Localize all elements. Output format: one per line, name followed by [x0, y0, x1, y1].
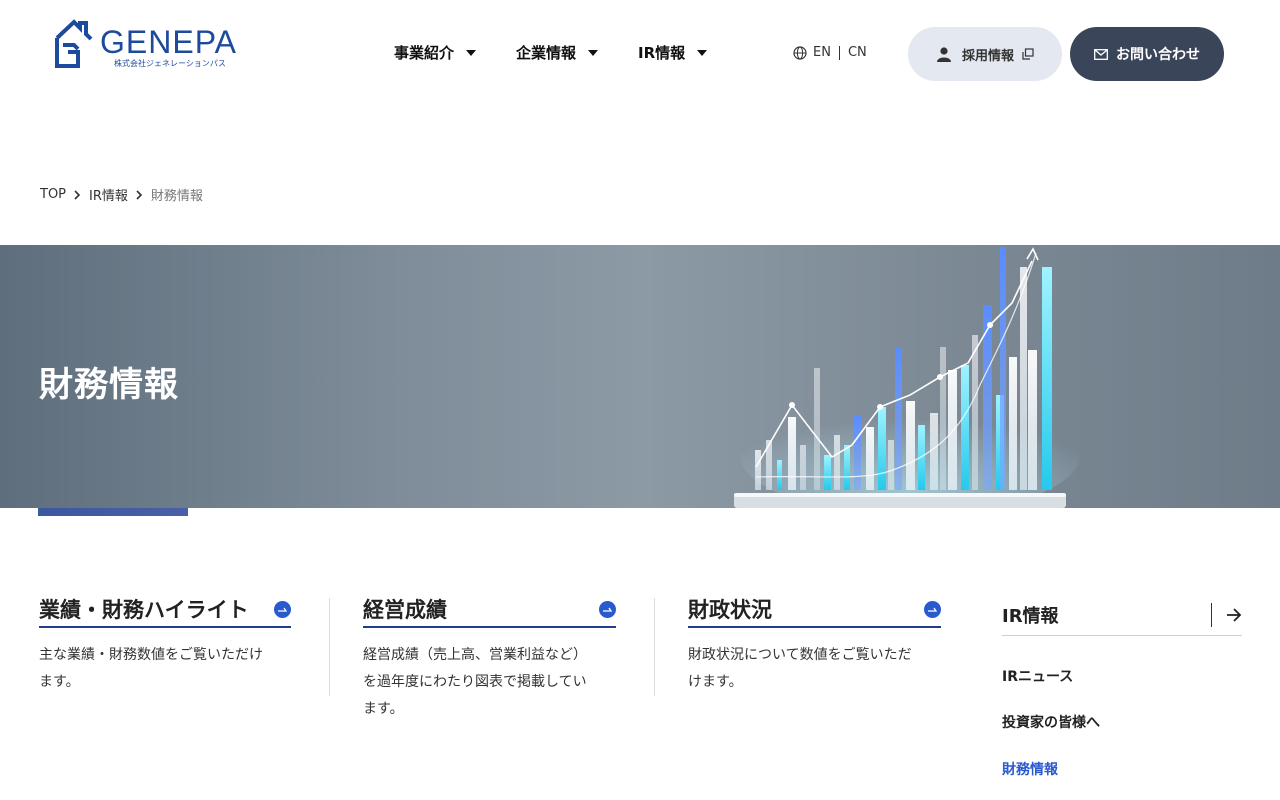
card-divider — [329, 598, 330, 696]
card-desc-line: ます。 — [363, 701, 404, 717]
nav-item-ir[interactable]: IR情報 — [638, 42, 708, 63]
chevron-right-icon — [74, 189, 81, 200]
card-desc-line: ます。 — [39, 674, 80, 690]
recruit-button-label: 採用情報 — [961, 48, 1014, 64]
card-title-row: 経営成績 — [363, 596, 616, 628]
sidebar-arrow — [1211, 602, 1242, 627]
caret-down-icon — [697, 49, 708, 56]
breadcrumb-ir-link[interactable]: IR情報 — [89, 185, 128, 204]
nav-item-label: IR情報 — [638, 44, 686, 62]
card-title: 財政状況 — [688, 598, 772, 622]
sidebar-item-investors[interactable]: 投資家の皆様へ — [1002, 712, 1100, 732]
logo-house-icon — [55, 19, 93, 68]
logo-subtitle: 株式会社ジェネレーションパス — [114, 59, 226, 68]
sidebar-item-financial[interactable]: 財務情報 — [1002, 759, 1058, 779]
person-icon — [936, 47, 951, 62]
nav-item-business[interactable]: 事業紹介 — [394, 42, 477, 63]
sidebar-divider — [1211, 602, 1212, 627]
page-title: 財務情報 — [39, 365, 179, 405]
breadcrumb-top-link[interactable]: TOP — [40, 187, 66, 202]
sidebar-title: IR情報 — [1002, 605, 1059, 627]
card-desc-line: を過年度にわたり図表で掲載してい — [363, 674, 587, 690]
mail-icon — [1094, 48, 1108, 60]
card-financial-position[interactable]: 財政状況 財政状況について数値をご覧いただ けます。 — [688, 596, 941, 696]
card-highlight[interactable]: 業績・財務ハイライト 主な業績・財務数値をご覧いただけ ます。 — [39, 596, 291, 696]
hero-banner: 財務情報 — [0, 245, 1280, 508]
caret-down-icon — [588, 49, 599, 56]
card-title: 経営成績 — [363, 598, 447, 622]
arrow-circle-icon — [924, 600, 941, 618]
breadcrumb: TOP IR情報 財務情報 — [40, 185, 203, 204]
hero-chart-illustration — [734, 247, 1080, 508]
arrow-right-icon — [1227, 607, 1242, 622]
logo-text: GENEPA — [100, 24, 237, 60]
card-desc-line: 財政状況について数値をご覧いただ — [688, 647, 912, 663]
sidebar-item-ir-news[interactable]: IRニュース — [1002, 666, 1073, 686]
contact-button-label: お問い合わせ — [1116, 47, 1200, 63]
arrow-circle-icon — [599, 600, 616, 618]
globe-icon — [793, 45, 807, 60]
breadcrumb-current: 財務情報 — [150, 189, 203, 204]
hero-accent-bar — [38, 508, 188, 516]
language-switcher: EN CN — [793, 45, 867, 60]
nav-item-company[interactable]: 企業情報 — [516, 42, 599, 63]
card-desc-line: けます。 — [688, 674, 743, 690]
card-desc-line: 主な業績・財務数値をご覧いただけ — [39, 647, 263, 663]
recruit-button[interactable]: 採用情報 — [908, 27, 1062, 81]
lang-cn-link[interactable]: CN — [848, 45, 867, 60]
contact-button[interactable]: お問い合わせ — [1070, 27, 1224, 81]
nav-item-label: 企業情報 — [516, 44, 577, 62]
card-description: 経営成績（売上高、営業利益など） を過年度にわたり図表で掲載してい ます。 — [363, 642, 616, 723]
card-description: 財政状況について数値をご覧いただ けます。 — [688, 642, 941, 696]
card-operating-results[interactable]: 経営成績 経営成績（売上高、営業利益など） を過年度にわたり図表で掲載してい ま… — [363, 596, 616, 723]
arrow-circle-icon — [274, 600, 291, 618]
logo[interactable]: GENEPA 株式会社ジェネレーションパス — [54, 18, 244, 74]
site-header: GENEPA 株式会社ジェネレーションパス 事業紹介 企業情報 IR情報 EN … — [0, 0, 1280, 110]
sidebar-header[interactable]: IR情報 — [1002, 594, 1242, 636]
chevron-right-icon — [136, 189, 143, 200]
card-title: 業績・財務ハイライト — [39, 598, 249, 622]
card-title-row: 業績・財務ハイライト — [39, 596, 291, 628]
card-desc-line: 経営成績（売上高、営業利益など） — [363, 647, 587, 663]
ir-sidebar: IR情報 IRニュース 投資家の皆様へ 財務情報 — [1002, 594, 1242, 778]
card-description: 主な業績・財務数値をご覧いただけ ます。 — [39, 642, 291, 696]
lang-en-link[interactable]: EN — [813, 45, 831, 60]
external-link-icon — [1022, 48, 1034, 60]
card-title-row: 財政状況 — [688, 596, 941, 628]
card-divider — [654, 598, 655, 696]
lang-separator — [838, 45, 840, 60]
caret-down-icon — [466, 49, 477, 56]
main-nav: 事業紹介 企業情報 IR情報 — [394, 42, 747, 63]
nav-item-label: 事業紹介 — [394, 44, 455, 62]
